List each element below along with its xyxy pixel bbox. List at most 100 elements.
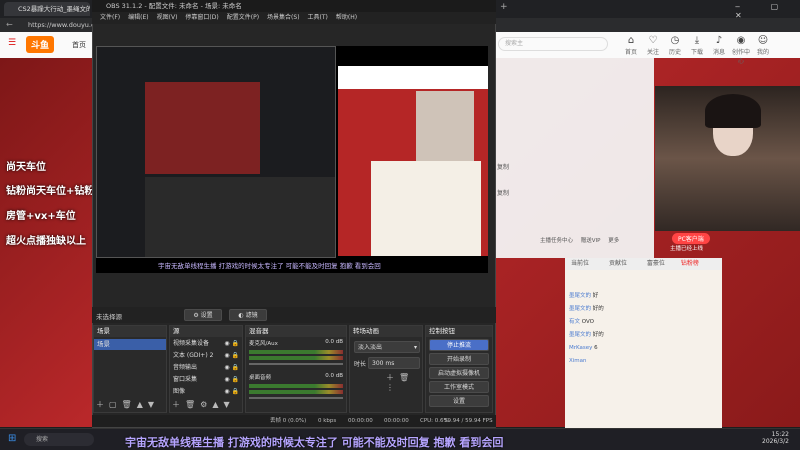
scenes-dock: 场景 场景 ＋▢🗑▲▼ [93, 325, 167, 413]
volume-slider[interactable] [249, 363, 343, 365]
nested-docks [145, 177, 335, 257]
nav-home[interactable]: 首页 [72, 40, 86, 50]
obs-menu-item[interactable]: 视图(V) [157, 14, 178, 21]
back-icon[interactable]: ← [6, 20, 13, 29]
obs-menu-item[interactable]: 文件(F) [100, 14, 120, 21]
chat-user[interactable]: 墨尾文的 [569, 306, 591, 312]
obs-preview[interactable]: 宇宙无敌单线程生播 打游戏的时候太专注了 可能不能及时回复 抱歉 看到会回 [96, 46, 488, 273]
tab-rank-current[interactable]: 当前位 [571, 260, 589, 267]
download-icon: ⤓ [694, 35, 700, 46]
obs-statusbar: 丢帧 0 (0.0%) 0 kbps 00:00:00 00:00:00 CPU… [92, 415, 496, 427]
preview-subtitle: 宇宙无敌单线程生播 打游戏的时候太专注了 可能不能及时回复 抱歉 看到会回 [158, 262, 381, 270]
new-tab-icon[interactable]: + [500, 2, 508, 12]
tab-rank-rich[interactable]: 富豪位 [647, 260, 665, 267]
transition-toolbar[interactable]: ＋🗑⋮ [386, 372, 422, 392]
header-home-link[interactable]: ⌂ 首页 [620, 34, 642, 56]
taskbar-search[interactable]: 搜索 [24, 433, 94, 446]
chat-panel: 当前位 贡献位 富豪位 钻粉榜 墨尾文的 好墨尾文的 好的 有文 OVO 墨尾文的 … [565, 258, 722, 428]
chat-user[interactable]: 墨尾文的 [569, 332, 591, 338]
scene-toolbar[interactable]: ＋▢🗑▲▼ [96, 399, 159, 410]
source-item[interactable]: 图像 ◉ 🔒 [170, 386, 242, 397]
pc-client-badge[interactable]: PC客户端 [672, 233, 710, 244]
chat-text: 好的 [592, 332, 604, 338]
obs-menu-item[interactable]: 配置文件(P) [227, 14, 259, 21]
duration-input[interactable]: 300 ms [368, 357, 420, 369]
bell-icon: ♪ [715, 35, 723, 46]
rank-tabs[interactable]: 当前位 贡献位 富豪位 钻粉榜 [565, 258, 722, 270]
chat-user[interactable]: MrKasey [569, 345, 592, 351]
tab-rank-fans[interactable]: 钻粉榜 [681, 260, 699, 267]
chat-user[interactable]: 有文 [569, 319, 580, 325]
more-link[interactable]: 更多 [608, 238, 619, 244]
nested-preview [96, 46, 336, 258]
chat-user[interactable]: Ximan [569, 358, 587, 364]
header-download-link[interactable]: ⤓ 下载 [686, 34, 708, 56]
header-clock-link[interactable]: ◷ 历史 [664, 34, 686, 56]
chevron-down-icon: ▾ [413, 344, 417, 351]
transition-select[interactable]: 淡入淡出 ▾ [354, 341, 420, 353]
filters-button[interactable]: ◐ 滤镜 [229, 309, 267, 321]
taskbar-clock[interactable]: 15:22 2026/3/2 [762, 431, 789, 445]
copy-label[interactable]: 复制 [497, 162, 509, 171]
bottom-icons[interactable]: 主播任务中心 赠送VIP 更多 [540, 236, 650, 244]
sources-dock: 源 视频采集设备 ◉ 🔒 文本 (GDI+) 2 ◉ 🔒 音频输出 ◉ 🔒 窗口采集 ◉ 🔒 图… [169, 325, 243, 413]
clock-date: 2026/3/2 [762, 438, 789, 445]
windows-icon[interactable]: ⊞ [8, 433, 16, 444]
source-item[interactable]: 窗口采集 ◉ 🔒 [170, 374, 242, 385]
header-user-link[interactable]: ☺ 我的 [752, 34, 774, 56]
control-button[interactable]: 停止推流 [429, 339, 489, 351]
right-panel [494, 58, 654, 258]
source-item[interactable]: 文本 (GDI+) 2 ◉ 🔒 [170, 350, 242, 361]
tab-rank-contrib[interactable]: 贡献位 [609, 260, 627, 267]
track-name: 桌面音频 [249, 375, 272, 381]
properties-button[interactable]: ⚙ 设置 [184, 309, 222, 321]
obs-menu-item[interactable]: 帮助(H) [336, 14, 357, 21]
header-heart-link[interactable]: ♡ 关注 [642, 34, 664, 56]
vip-link[interactable]: 赠送VIP [581, 238, 601, 244]
task-center-link[interactable]: 主播任务中心 [540, 238, 573, 244]
user-icon: ☺ [757, 35, 769, 46]
control-button[interactable]: 设置 [429, 395, 489, 407]
obs-menu-item[interactable]: 停靠窗口(D) [185, 14, 218, 21]
volume-meter [249, 390, 343, 394]
obs-menu-item[interactable]: 场景集合(S) [267, 14, 300, 21]
scene-item[interactable]: 场景 [94, 339, 166, 350]
header-bell-link[interactable]: ♪ 消息 [708, 34, 730, 56]
control-button[interactable]: 工作室模式 [429, 381, 489, 393]
header-camera-link[interactable]: ◉ 创作中心 [730, 34, 752, 65]
copy-label[interactable]: 复制 [497, 188, 509, 197]
source-toolbar-icons[interactable]: ＋🗑⚙▲▼ [172, 399, 235, 410]
header-icon-label: 消息 [712, 49, 725, 56]
header-icon-label: 历史 [668, 49, 681, 56]
browser-tab[interactable]: CS2暴躁大行动_墨绳文的... [4, 2, 90, 16]
home-icon: ⌂ [627, 35, 635, 46]
stream-time: 00:00:00 [348, 418, 373, 424]
eye-icon[interactable]: ◉ 🔒 [224, 338, 239, 349]
duration-label: 时长 [354, 361, 367, 368]
source-item[interactable]: 视频采集设备 ◉ 🔒 [170, 338, 242, 349]
chat-text: OVO [581, 319, 594, 325]
site-logo[interactable]: 斗鱼 [26, 36, 55, 53]
header-icon-label: 创作中心 [731, 49, 750, 65]
control-button[interactable]: 启动虚拟摄像机 [429, 367, 489, 379]
track-db: 0.0 dB [325, 339, 343, 345]
obs-menu-item[interactable]: 编辑(E) [128, 14, 148, 21]
sources-title: 源 [170, 326, 242, 337]
chat-message: 墨尾文的 好 [569, 290, 719, 303]
eye-icon[interactable]: ◉ 🔒 [224, 386, 239, 397]
chat-message: 有文 OVO [569, 316, 719, 329]
eye-icon[interactable]: ◉ 🔒 [224, 362, 239, 373]
obs-menu-item[interactable]: 工具(T) [308, 14, 328, 21]
hair-shape [705, 94, 761, 128]
source-item[interactable]: 音频输出 ◉ 🔒 [170, 362, 242, 373]
eye-icon[interactable]: ◉ 🔒 [224, 374, 239, 385]
control-button[interactable]: 开始录制 [429, 353, 489, 365]
eye-icon[interactable]: ◉ 🔒 [224, 350, 239, 361]
site-search-input[interactable]: 搜索主 [498, 37, 608, 51]
chat-text: 好的 [592, 306, 604, 312]
menu-icon[interactable]: ☰ [8, 38, 16, 48]
transition-type: 淡入淡出 [358, 344, 383, 351]
volume-slider[interactable] [249, 397, 343, 399]
mixer-dock: 混音器 麦克风/Aux 0.0 dB 桌面音频 0.0 dB [245, 325, 347, 413]
chat-user[interactable]: 墨尾文的 [569, 293, 591, 299]
